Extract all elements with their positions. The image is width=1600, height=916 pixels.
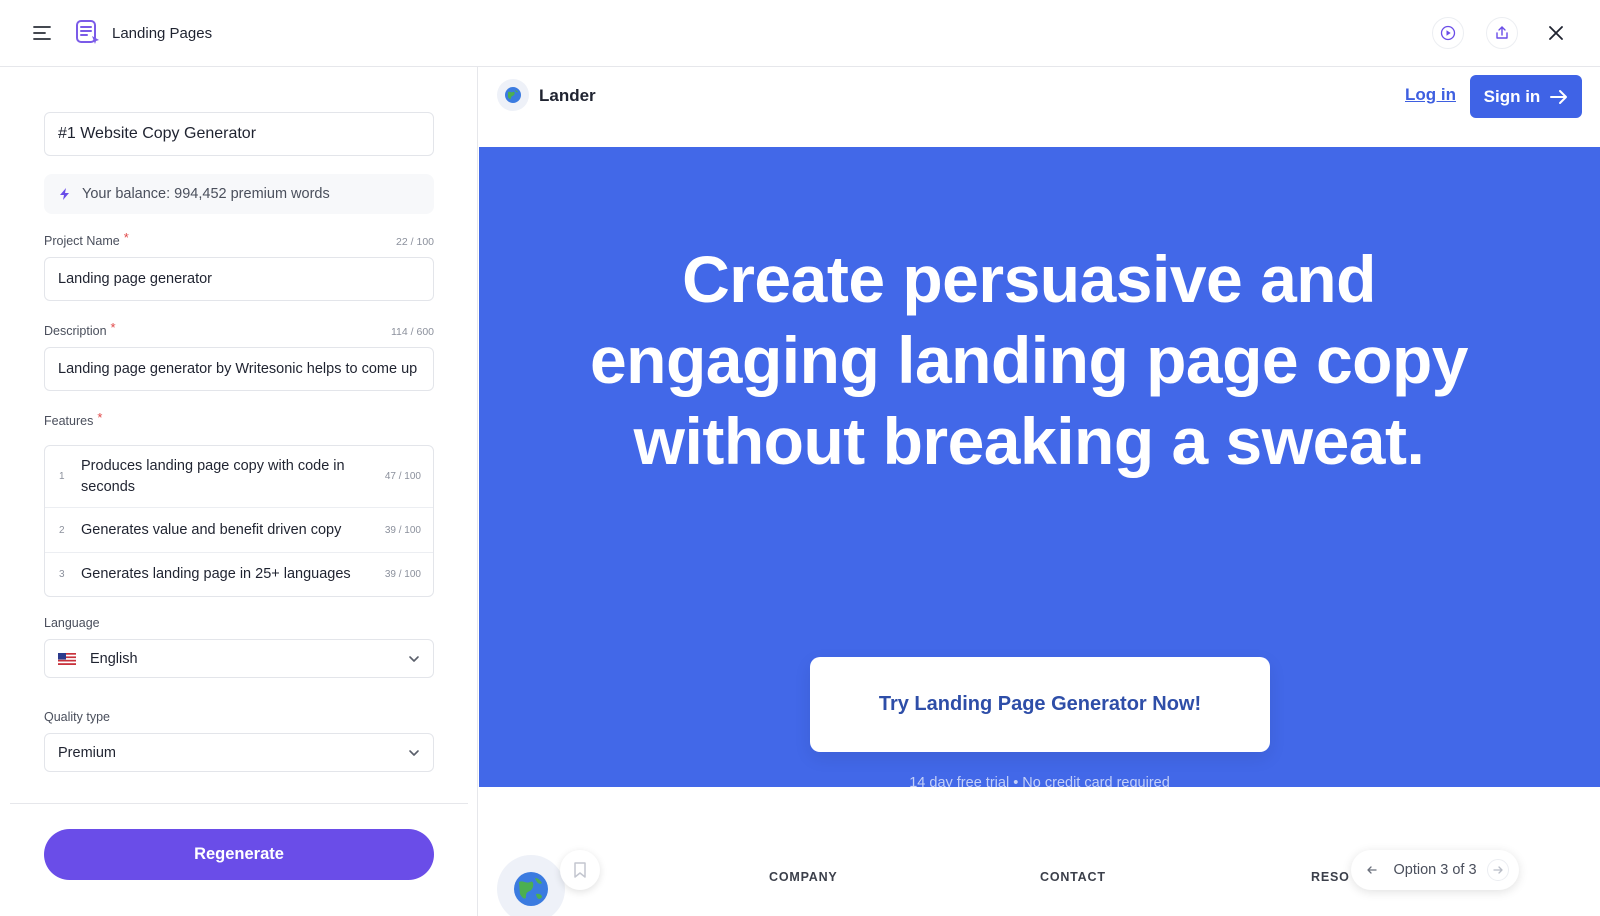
quality-label: Quality type xyxy=(44,710,111,724)
project-name-counter: 22 / 100 xyxy=(396,236,434,248)
footer-col-resources: RESO xyxy=(1311,870,1350,884)
balance-text: Your balance: 994,452 premium words xyxy=(82,186,330,202)
close-icon[interactable] xyxy=(1540,17,1572,49)
description-label-row: Description * 114 / 600 xyxy=(44,320,434,338)
chevron-down-icon xyxy=(409,655,419,662)
feature-number: 3 xyxy=(59,569,65,580)
landing-preview: Lander Log in Sign in Create persuasive … xyxy=(479,67,1600,916)
chevron-down-icon xyxy=(409,749,419,756)
hamburger-icon[interactable] xyxy=(28,19,56,47)
features-list: 1 Produces landing page copy with code i… xyxy=(44,445,434,597)
divider xyxy=(10,803,468,804)
footer-col-company: COMPANY xyxy=(769,870,838,884)
play-icon[interactable] xyxy=(1432,17,1464,49)
project-name-label-row: Project Name * 22 / 100 xyxy=(44,230,434,248)
bookmark-icon[interactable] xyxy=(560,850,600,890)
language-label-row: Language xyxy=(44,616,434,630)
balance-banner: Your balance: 994,452 premium words xyxy=(44,174,434,214)
feature-text: Generates landing page in 25+ languages xyxy=(81,566,351,582)
preview-navbar: Lander Log in Sign in xyxy=(479,67,1600,147)
header-actions xyxy=(1432,17,1572,49)
app-title: Landing Pages xyxy=(112,24,213,42)
hero-title: Create persuasive and engaging landing p… xyxy=(589,242,1469,478)
arrow-right-icon xyxy=(1550,89,1568,104)
required-marker: * xyxy=(123,230,129,245)
features-label-row: Features * xyxy=(44,410,434,428)
feature-item[interactable]: 1 Produces landing page copy with code i… xyxy=(45,446,433,508)
tool-name-field[interactable]: #1 Website Copy Generator xyxy=(44,112,434,156)
globe-icon xyxy=(497,79,529,111)
share-icon[interactable] xyxy=(1486,17,1518,49)
cta-button[interactable]: Try Landing Page Generator Now! xyxy=(810,657,1270,752)
footer-col-contact: CONTACT xyxy=(1040,870,1106,884)
document-icon xyxy=(74,19,102,47)
feature-counter: 39 / 100 xyxy=(384,524,421,536)
features-label: Features xyxy=(44,414,94,428)
top-header: Landing Pages xyxy=(0,0,1600,67)
regenerate-button[interactable]: Regenerate xyxy=(44,829,434,880)
sign-in-button[interactable]: Sign in xyxy=(1470,75,1582,118)
option-pager: Option 3 of 3 xyxy=(1351,850,1519,890)
project-name-input[interactable]: Landing page generator xyxy=(44,257,434,301)
quality-value: Premium xyxy=(58,744,117,761)
description-counter: 114 / 600 xyxy=(390,326,434,338)
arrow-right-icon[interactable] xyxy=(1487,859,1509,881)
language-select[interactable]: English xyxy=(44,639,434,678)
feature-number: 2 xyxy=(59,524,65,536)
feature-text: Generates value and benefit driven copy xyxy=(81,521,342,538)
feature-counter: 47 / 100 xyxy=(384,471,421,482)
globe-icon xyxy=(497,855,565,916)
option-label: Option 3 of 3 xyxy=(1393,862,1477,878)
brand-name: Lander xyxy=(539,86,596,105)
sign-in-label: Sign in xyxy=(1483,86,1541,106)
form-panel: #1 Website Copy Generator Your balance: … xyxy=(0,67,478,916)
arrow-left-icon[interactable] xyxy=(1361,859,1383,881)
us-flag-icon xyxy=(58,652,76,665)
feature-item[interactable]: 3 Generates landing page in 25+ language… xyxy=(45,553,433,596)
language-value: English xyxy=(90,650,138,667)
feature-item[interactable]: 2 Generates value and benefit driven cop… xyxy=(45,508,433,553)
description-input[interactable]: Landing page generator by Writesonic hel… xyxy=(44,347,434,391)
hero-section: Create persuasive and engaging landing p… xyxy=(479,147,1600,791)
feature-number: 1 xyxy=(59,471,65,482)
required-marker: * xyxy=(97,410,103,425)
preview-footer: COMPANY CONTACT RESO Option 3 of 3 xyxy=(479,787,1600,916)
required-marker: * xyxy=(110,320,116,335)
bolt-icon xyxy=(60,188,69,200)
feature-text: Produces landing page copy with code in … xyxy=(81,457,345,495)
quality-select[interactable]: Premium xyxy=(44,733,434,772)
log-in-link[interactable]: Log in xyxy=(1405,85,1456,105)
language-label: Language xyxy=(44,616,100,630)
quality-label-row: Quality type xyxy=(44,710,434,724)
feature-counter: 39 / 100 xyxy=(384,569,421,580)
description-label: Description xyxy=(44,324,107,338)
project-name-label: Project Name xyxy=(44,234,120,248)
